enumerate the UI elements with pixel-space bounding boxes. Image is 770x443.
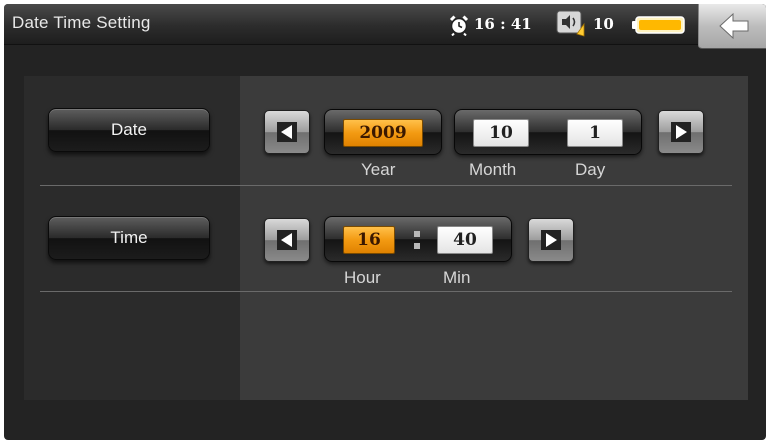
- back-button[interactable]: [698, 4, 766, 49]
- speaker-icon: [556, 10, 585, 37]
- month-value[interactable]: 10: [473, 119, 529, 147]
- arrow-left-icon: [277, 122, 297, 142]
- row-divider: [40, 185, 732, 186]
- clock-readout: 16 : 41: [474, 15, 532, 33]
- hour-value[interactable]: 16: [343, 226, 395, 254]
- row-divider: [40, 291, 732, 292]
- time-button[interactable]: Time: [48, 216, 210, 260]
- year-value[interactable]: 2009: [343, 119, 423, 147]
- minute-label: Min: [443, 268, 471, 287]
- date-next-button[interactable]: [658, 110, 704, 154]
- arrow-right-icon: [541, 230, 561, 250]
- top-bar: Date Time Setting 16 : 41 10: [4, 4, 766, 49]
- year-spinner: 2009: [324, 109, 442, 155]
- year-label: Year: [361, 160, 396, 179]
- date-prev-button[interactable]: [264, 110, 310, 154]
- time-next-button[interactable]: [528, 218, 574, 262]
- page-title: Date Time Setting: [12, 13, 151, 32]
- time-separator: [414, 231, 420, 249]
- day-label: Day: [575, 160, 606, 179]
- hour-label: Hour: [344, 268, 381, 287]
- arrow-right-icon: [671, 122, 691, 142]
- minute-value[interactable]: 40: [437, 226, 493, 254]
- date-button[interactable]: Date: [48, 108, 210, 152]
- month-label: Month: [469, 160, 517, 179]
- battery-icon: [632, 16, 685, 34]
- device-screen: Date Time Setting 16 : 41 10 Date 2009 1…: [4, 4, 766, 440]
- month-day-spinner: 10 1: [454, 109, 642, 155]
- hour-min-spinner: 16 40: [324, 216, 512, 262]
- day-value[interactable]: 1: [567, 119, 623, 147]
- alarm-clock-icon: [449, 15, 469, 36]
- volume-level: 10: [593, 15, 614, 33]
- arrow-left-icon: [277, 230, 297, 250]
- time-prev-button[interactable]: [264, 218, 310, 262]
- back-arrow-icon: [719, 13, 749, 39]
